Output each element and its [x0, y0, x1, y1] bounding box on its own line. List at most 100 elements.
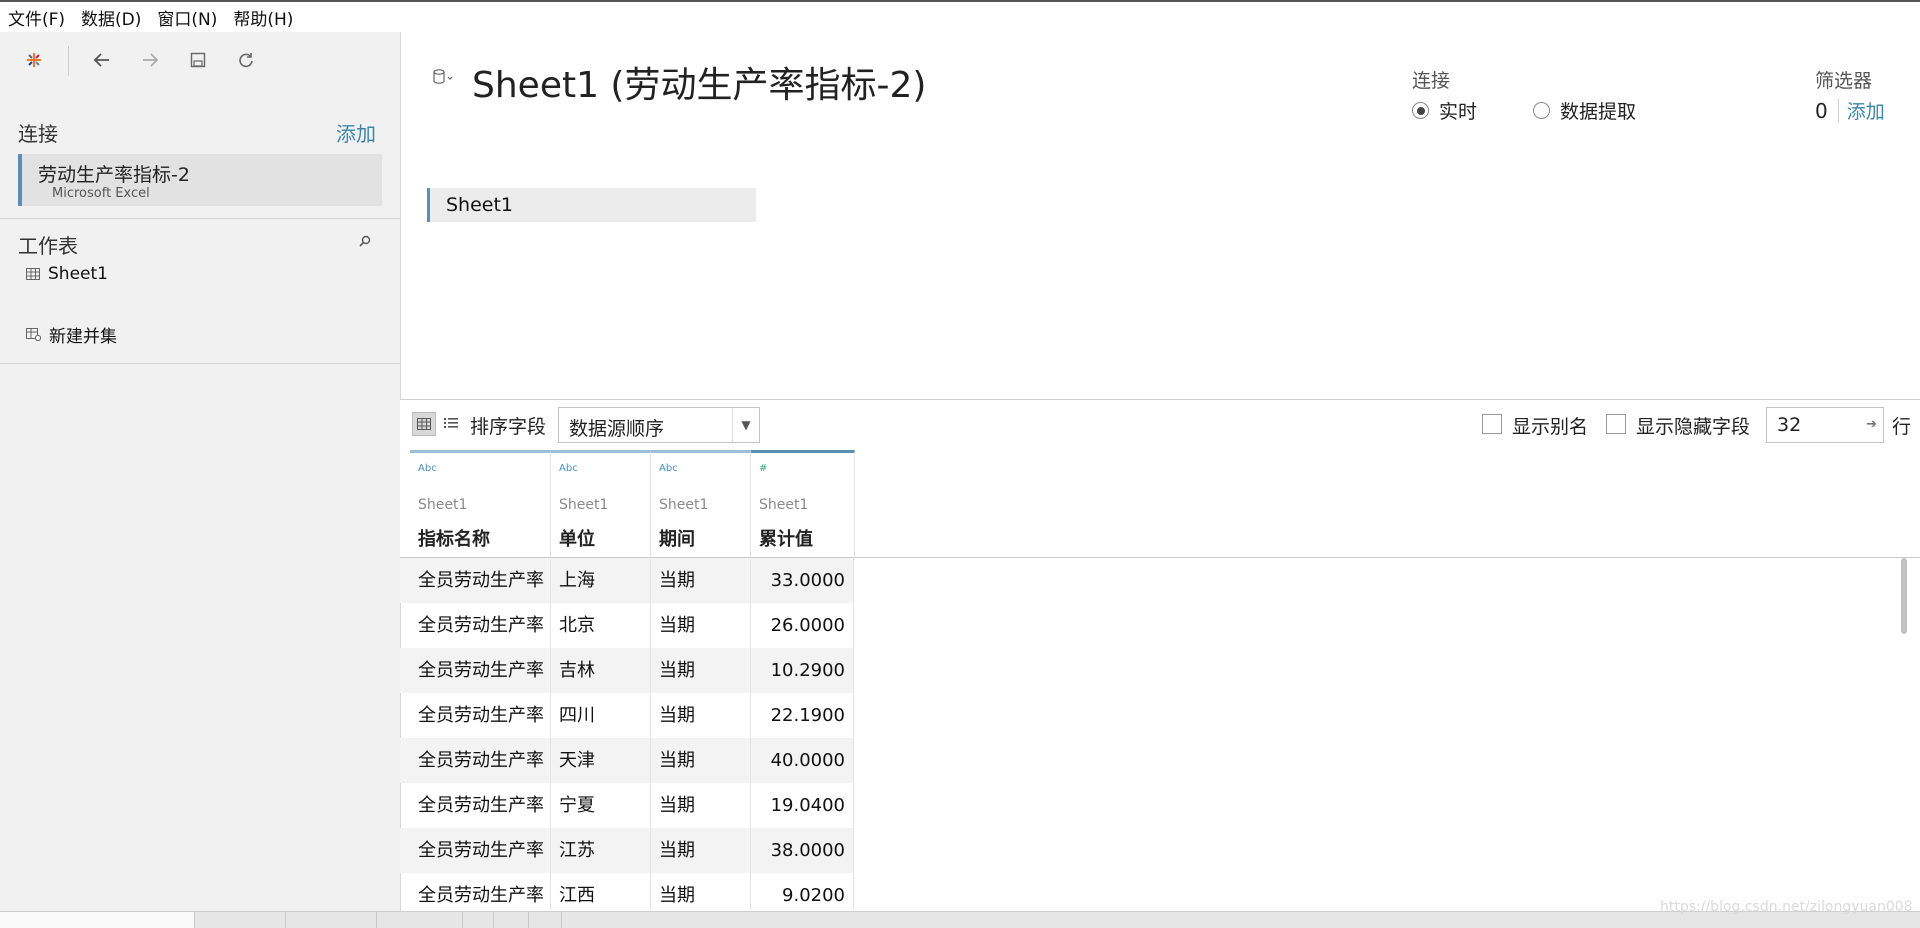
table-cell[interactable]: 全员劳动生产率	[410, 693, 551, 738]
table-row: 全员劳动生产率 吉林 当期 10.2900	[400, 648, 854, 693]
table-cell[interactable]: 10.2900	[751, 648, 854, 693]
datasource-title[interactable]: Sheet1 (劳动生产率指标-2)	[472, 56, 926, 108]
table-cell[interactable]: 全员劳动生产率	[410, 873, 551, 910]
show-hidden-label: 显示隐藏字段	[1636, 416, 1751, 438]
menu-help[interactable]: 帮助(H)	[225, 5, 301, 30]
watermark: https://blog.csdn.net/zilongyuan008	[1660, 899, 1913, 915]
table-icon	[26, 268, 40, 280]
table-cell[interactable]: 26.0000	[751, 603, 854, 648]
table-row: 全员劳动生产率 四川 当期 22.1900	[400, 693, 854, 738]
table-row: 全员劳动生产率 宁夏 当期 19.0400	[400, 783, 854, 828]
sort-fields-label: 排序字段	[470, 416, 547, 438]
table-cell[interactable]: 全员劳动生产率	[410, 648, 551, 693]
extract-radio[interactable]	[1533, 102, 1551, 119]
grid-header: Abc Sheet1 指标名称 Abc Sheet1 单位 Abc Sheet1…	[400, 450, 1920, 560]
table-row: 全员劳动生产率 江西 当期 9.0200	[400, 873, 854, 910]
menu-data[interactable]: 数据(D)	[73, 5, 149, 30]
data-source-tab[interactable]	[0, 912, 195, 928]
column-header[interactable]: Abc Sheet1 期间	[651, 450, 751, 560]
back-icon[interactable]	[90, 48, 114, 72]
new-dashboard-tab[interactable]	[377, 912, 463, 928]
forward-icon[interactable]	[138, 48, 162, 72]
table-cell[interactable]: 40.0000	[751, 738, 854, 783]
connections-title: 连接	[18, 122, 58, 146]
new-story-tab[interactable]	[463, 912, 494, 928]
refresh-icon[interactable]	[234, 48, 258, 72]
table-cell[interactable]: 宁夏	[551, 783, 651, 828]
table-cell[interactable]: 天津	[551, 738, 651, 783]
toolbar	[0, 32, 400, 92]
table-cell[interactable]: 当期	[651, 828, 751, 873]
new-sheet-tab[interactable]	[286, 912, 377, 928]
chevron-down-icon: ▼	[732, 408, 759, 442]
table-cell[interactable]: 9.0200	[751, 873, 854, 910]
table-cell[interactable]: 全员劳动生产率	[410, 603, 551, 648]
table-cell[interactable]: 当期	[651, 783, 751, 828]
table-cell[interactable]: 当期	[651, 873, 751, 910]
rows-count-input[interactable]: 32 ➔	[1766, 407, 1884, 443]
menu-window[interactable]: 窗口(N)	[149, 5, 225, 30]
table-cell[interactable]: 当期	[651, 693, 751, 738]
worksheets-title: 工作表	[18, 234, 78, 258]
column-name: 指标名称	[418, 529, 490, 550]
search-icon[interactable]	[358, 234, 372, 252]
connection-card[interactable]: 劳动生产率指标-2 Microsoft Excel	[18, 154, 382, 206]
list-view-icon[interactable]	[440, 412, 462, 434]
add-connection-link[interactable]: 添加	[336, 118, 376, 147]
column-header[interactable]: Abc Sheet1 指标名称	[410, 450, 551, 560]
column-source: Sheet1	[559, 497, 609, 513]
table-cell[interactable]: 38.0000	[751, 828, 854, 873]
save-icon[interactable]	[186, 48, 210, 72]
table-cell[interactable]: 江西	[551, 873, 651, 910]
table-cell[interactable]: 四川	[551, 693, 651, 738]
sheet-item-sheet1[interactable]: Sheet1	[26, 264, 108, 284]
table-cell[interactable]: 19.0400	[751, 783, 854, 828]
connection-name: 劳动生产率指标-2	[38, 164, 190, 186]
table-cell[interactable]: 上海	[551, 558, 651, 603]
left-panel: 连接 添加 劳动生产率指标-2 Microsoft Excel 工作表 Shee…	[0, 32, 401, 912]
add-filter-link[interactable]: 添加	[1847, 97, 1885, 124]
tab-nav-tab[interactable]	[494, 912, 529, 928]
vertical-scrollbar[interactable]	[1896, 558, 1920, 910]
toolbar-separator	[68, 46, 69, 76]
table-cell[interactable]: 22.1900	[751, 693, 854, 738]
tab-nav-tab[interactable]	[529, 912, 562, 928]
sort-fields-select[interactable]: 数据源顺序 ▼	[558, 407, 760, 443]
string-type-icon[interactable]: Abc	[659, 463, 678, 474]
table-cell[interactable]: 当期	[651, 603, 751, 648]
table-cell[interactable]: 当期	[651, 558, 751, 603]
connection-mode-label: 连接	[1412, 70, 1451, 92]
live-radio[interactable]	[1412, 102, 1429, 119]
string-type-icon[interactable]: Abc	[559, 463, 578, 474]
table-cell[interactable]: 吉林	[551, 648, 651, 693]
new-union-item[interactable]: 新建并集	[26, 322, 117, 347]
table-cell[interactable]: 全员劳动生产率	[410, 738, 551, 783]
table-cell[interactable]: 全员劳动生产率	[410, 558, 551, 603]
arrow-right-icon[interactable]: ➔	[1866, 417, 1877, 432]
column-header[interactable]: Abc Sheet1 单位	[551, 450, 651, 560]
sheet-tab[interactable]	[195, 912, 286, 928]
number-type-icon[interactable]: #	[759, 463, 767, 474]
table-cell[interactable]: 全员劳动生产率	[410, 828, 551, 873]
table-cell[interactable]: 33.0000	[751, 558, 854, 603]
column-source: Sheet1	[418, 497, 468, 513]
show-alias-checkbox[interactable]	[1482, 414, 1502, 434]
table-cell[interactable]: 全员劳动生产率	[410, 783, 551, 828]
connection-type: Microsoft Excel	[52, 186, 150, 201]
tableau-logo-icon[interactable]	[22, 48, 46, 72]
left-divider-1	[0, 218, 400, 219]
table-cell[interactable]: 江苏	[551, 828, 651, 873]
string-type-icon[interactable]: Abc	[418, 463, 437, 474]
show-hidden-checkbox[interactable]	[1606, 414, 1626, 434]
menu-file[interactable]: 文件(F)	[0, 5, 73, 30]
column-source: Sheet1	[759, 497, 809, 513]
table-cell[interactable]: 北京	[551, 603, 651, 648]
scrollbar-thumb[interactable]	[1901, 558, 1907, 634]
table-cell[interactable]: 当期	[651, 738, 751, 783]
rows-suffix: 行	[1892, 416, 1912, 438]
column-header[interactable]: # Sheet1 累计值	[751, 450, 855, 560]
canvas-sheet-pill[interactable]: Sheet1	[427, 188, 756, 222]
grid-view-icon[interactable]	[412, 412, 436, 436]
datasource-icon[interactable]	[432, 68, 454, 90]
table-cell[interactable]: 当期	[651, 648, 751, 693]
